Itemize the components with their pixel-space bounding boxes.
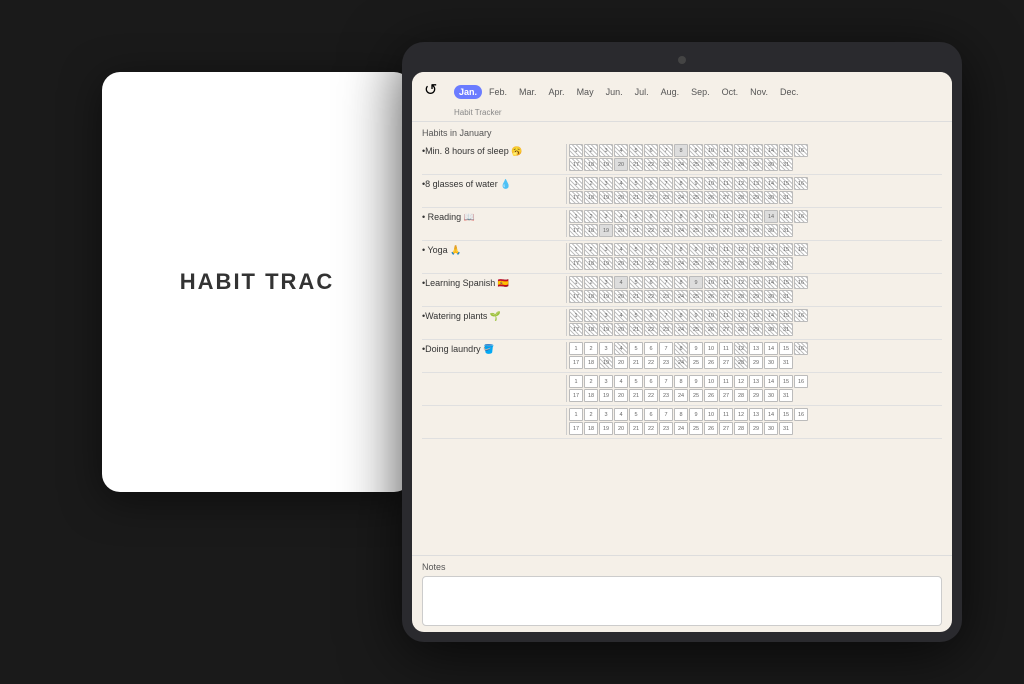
notes-box[interactable] [422,576,942,626]
back-tablet: HABIT TRAC [102,72,412,492]
habit-cal-laundry: 12345678910111213141516 1718192021222324… [569,342,942,369]
habit-name-empty2 [422,408,567,435]
habit-cal-sleep: 12345678910111213141516 1718192021222324… [569,144,942,171]
month-tabs: Jan. Feb. Mar. Apr. May Jun. Jul. Aug. S… [454,85,804,99]
habit-name-sleep: •Min. 8 hours of sleep 🥱 [422,144,567,171]
habit-row-spanish: •Learning Spanish 🇪🇸 1234567891011121314… [422,276,942,303]
scene: HABIT TRAC ↺ Jan. Feb. Mar. Apr. May Jun… [62,32,962,652]
habit-name-empty1 [422,375,567,402]
month-tab-apr[interactable]: Apr. [544,85,570,99]
month-tab-dec[interactable]: Dec. [775,85,804,99]
habit-name-plants: •Watering plants 🌱 [422,309,567,336]
app-content: Habits in January •Min. 8 hours of sleep… [412,122,952,555]
habit-cal-yoga: 12345678910111213141516 1718192021222324… [569,243,942,270]
month-tab-nov[interactable]: Nov. [745,85,773,99]
habit-cal-plants: 12345678910111213141516 1718192021222324… [569,309,942,336]
habit-row-yoga: • Yoga 🙏 12345678910111213141516 1718192… [422,243,942,270]
habit-name-water: •8 glasses of water 💧 [422,177,567,204]
month-tab-sep[interactable]: Sep. [686,85,715,99]
habit-row-laundry: •Doing laundry 🪣 12345678910111213141516… [422,342,942,369]
habit-cal-empty1: 12345678910111213141516 1718192021222324… [569,375,942,402]
front-tablet: ↺ Jan. Feb. Mar. Apr. May Jun. Jul. Aug.… [402,42,962,642]
habit-cal-empty2: 12345678910111213141516 1718192021222324… [569,408,942,435]
habit-row-empty1: 12345678910111213141516 1718192021222324… [422,375,942,402]
habit-row-reading: • Reading 📖 12345678910111213141516 1718… [422,210,942,237]
back-tablet-title: HABIT TRAC [180,269,334,295]
notes-title: Notes [422,562,942,572]
month-tab-mar[interactable]: Mar. [514,85,542,99]
month-tab-oct[interactable]: Oct. [717,85,744,99]
habit-cal-spanish: 12345678910111213141516 1718192021222324… [569,276,942,303]
notes-section: Notes [412,555,952,632]
habit-name-spanish: •Learning Spanish 🇪🇸 [422,276,567,303]
habit-row-empty2: 12345678910111213141516 1718192021222324… [422,408,942,435]
habit-cal-reading: 12345678910111213141516 1718192021222324… [569,210,942,237]
habit-row-sleep: •Min. 8 hours of sleep 🥱 123456789101112… [422,144,942,171]
app-subtitle: Habit Tracker [454,108,940,117]
app-icon: ↺ [424,80,448,104]
month-tab-jan[interactable]: Jan. [454,85,482,99]
habit-name-reading: • Reading 📖 [422,210,567,237]
habit-cal-water: 12345678910111213141516 1718192021222324… [569,177,942,204]
habit-name-yoga: • Yoga 🙏 [422,243,567,270]
header-top: ↺ Jan. Feb. Mar. Apr. May Jun. Jul. Aug.… [424,80,940,104]
month-tab-jun[interactable]: Jun. [601,85,628,99]
section-title: Habits in January [422,128,942,138]
habit-row-water: •8 glasses of water 💧 123456789101112131… [422,177,942,204]
habit-row-plants: •Watering plants 🌱 123456789101112131415… [422,309,942,336]
tablet-screen: ↺ Jan. Feb. Mar. Apr. May Jun. Jul. Aug.… [412,72,952,632]
month-tab-aug[interactable]: Aug. [656,85,685,99]
month-tab-may[interactable]: May [572,85,599,99]
camera [678,56,686,64]
month-tab-feb[interactable]: Feb. [484,85,512,99]
habit-name-laundry: •Doing laundry 🪣 [422,342,567,369]
month-tab-jul[interactable]: Jul. [630,85,654,99]
app-header: ↺ Jan. Feb. Mar. Apr. May Jun. Jul. Aug.… [412,72,952,122]
